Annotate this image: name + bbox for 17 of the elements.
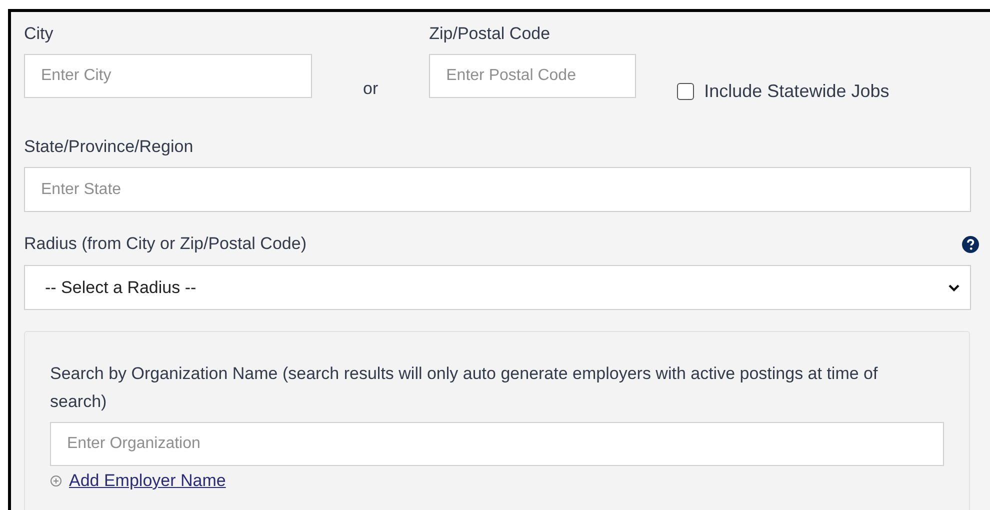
- help-icon[interactable]: [962, 236, 979, 252]
- field-label: Zip/Postal Code: [429, 23, 550, 45]
- plus-circle-icon: [50, 475, 62, 487]
- checkbox[interactable]: [677, 82, 694, 100]
- city-field[interactable]: Enter City: [24, 54, 312, 98]
- separator-text: or: [363, 78, 378, 100]
- add-employer-link[interactable]: Add Employer Name: [69, 468, 226, 494]
- field-label: State/Province/Region: [24, 136, 194, 158]
- organization-field[interactable]: Enter Organization: [50, 422, 944, 466]
- postal-code-field[interactable]: Enter Postal Code: [429, 54, 636, 98]
- chevron-down-icon: [948, 284, 960, 292]
- checkbox-label: Include Statewide Jobs: [704, 80, 890, 103]
- field-description: Search by Organization Name (search results will only auto generate employers with active postings at time of search): [50, 363, 879, 413]
- field-label: Radius (from City or Zip/Postal Code): [24, 233, 306, 255]
- field-label: City: [24, 23, 54, 45]
- radius-dropdown[interactable]: -- Select a Radius --: [24, 265, 971, 310]
- state-field[interactable]: Enter State: [24, 167, 971, 212]
